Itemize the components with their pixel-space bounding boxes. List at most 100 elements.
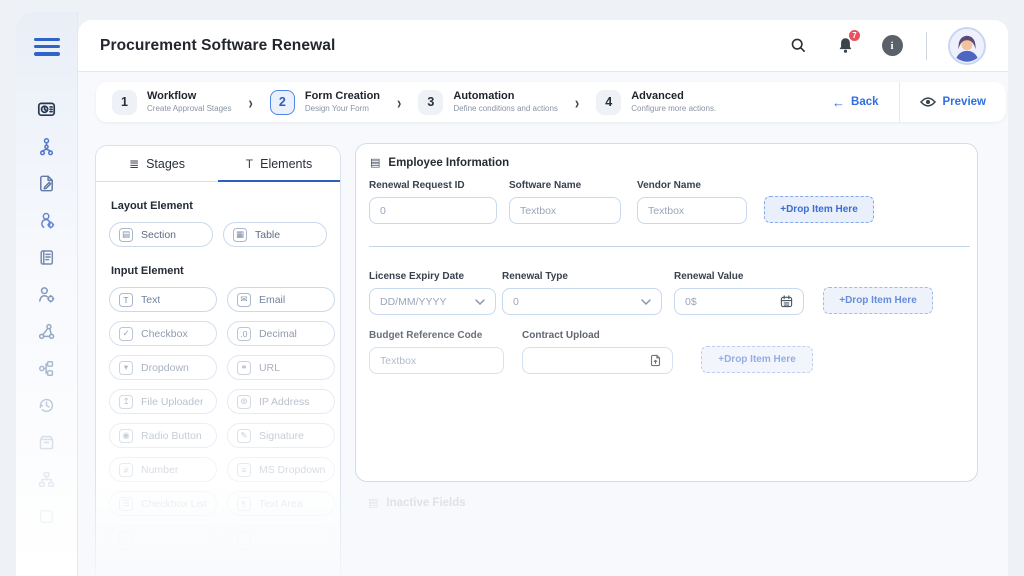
element-pill-ghost[interactable] [226, 525, 336, 550]
form-canvas-card: ▤ Employee Information Renewal Request I… [355, 143, 978, 482]
tab-elements[interactable]: T Elements [218, 146, 340, 182]
element-pill-table[interactable]: ▦ Table [223, 222, 327, 247]
history-icon[interactable] [37, 396, 57, 416]
table-icon: ▦ [233, 227, 247, 242]
preview-button[interactable]: Preview [900, 82, 1006, 122]
element-pill-ip-address[interactable]: ⊚ IP Address [226, 389, 336, 414]
field-label: Software Name [509, 180, 582, 191]
step-number: 2 [269, 89, 295, 115]
element-pill-dropdown[interactable]: ▾ Dropdown [109, 355, 217, 380]
ip-address-icon: ⊚ [236, 394, 251, 409]
element-pill-email[interactable]: ✉ Email [226, 287, 336, 312]
form-edit-icon[interactable] [37, 174, 57, 194]
chevron-down-icon [641, 298, 651, 305]
contract-upload-input[interactable] [522, 347, 673, 374]
menu-toggle-icon[interactable] [33, 38, 60, 56]
search-icon[interactable] [785, 33, 811, 59]
chevron-down-icon [475, 298, 485, 305]
info-icon[interactable]: i [879, 33, 905, 59]
layout-element-heading: Layout Element [111, 200, 193, 212]
step-advanced[interactable]: 4 Advanced Configure more actions. [596, 89, 716, 115]
element-pill-signature[interactable]: ✎ Signature [226, 423, 336, 448]
number-icon: # [119, 462, 133, 477]
eye-icon [919, 97, 936, 107]
hierarchy-icon[interactable] [37, 470, 57, 490]
element-pill-checkbox-list[interactable]: ☰ Checkbox List [109, 491, 217, 516]
element-pill-checkbox[interactable]: ✓ Checkbox [109, 321, 217, 346]
topbar: Procurement Software Renewal 7 i [78, 20, 1008, 72]
step-form-creation[interactable]: 2 Form Creation Design Your Form [269, 89, 380, 115]
element-pill-number[interactable]: # Number [109, 457, 217, 482]
chevron-right-icon: › [574, 91, 580, 113]
inactive-section-header: ▤ Inactive Fields [368, 496, 466, 510]
user-avatar[interactable] [948, 26, 986, 65]
renewal-value-input[interactable]: 0$ [674, 288, 804, 315]
field-label: Renewal Request ID [369, 180, 465, 191]
field-label: Renewal Type [502, 271, 568, 282]
url-link-icon: ⚭ [236, 360, 251, 375]
network-icon[interactable] [37, 322, 57, 342]
tab-stages[interactable]: ≣ Stages [96, 146, 218, 181]
element-pill-ghost[interactable] [109, 525, 217, 550]
drop-zone[interactable]: +Drop Item Here [764, 196, 874, 223]
back-button[interactable]: ← Back [812, 82, 899, 122]
chevron-right-icon: › [248, 91, 253, 113]
archive-icon[interactable] [37, 433, 57, 453]
ledger-icon[interactable] [37, 248, 57, 268]
user-gear-icon[interactable] [37, 211, 57, 231]
checkbox-icon: ✓ [119, 326, 133, 341]
row-divider [369, 246, 970, 247]
license-expiry-date-select[interactable]: DD/MM/YYYY [369, 288, 496, 315]
notifications-bell-icon[interactable]: 7 [832, 28, 861, 59]
radio-button-icon: ◉ [119, 428, 133, 443]
element-pill-ms-dropdown[interactable]: ≡ MS Dropdown [226, 457, 336, 482]
element-pill-decimal[interactable]: .0 Decimal [226, 321, 336, 346]
budget-reference-code-input[interactable]: Textbox [369, 347, 504, 374]
input-element-heading: Input Element [111, 265, 184, 277]
approval-flow-icon[interactable] [37, 137, 57, 157]
element-pill-url[interactable]: ⚭ URL [226, 355, 336, 380]
typography-icon: T [245, 156, 254, 171]
field-label: Vendor Name [637, 180, 701, 191]
calendar-icon[interactable] [780, 295, 793, 308]
sidebar-nav [16, 100, 77, 527]
main-panel: Procurement Software Renewal 7 i 1 Workf… [78, 20, 1008, 576]
back-arrow-icon: ← [832, 94, 846, 110]
section-header-icon: ▤ [368, 497, 379, 509]
step-workflow[interactable]: 1 Workflow Create Approval Stages [112, 89, 232, 115]
signature-icon: ✎ [236, 428, 251, 443]
field-label: Renewal Value [674, 271, 744, 282]
element-pill-section[interactable]: ▤ Section [109, 222, 213, 247]
drop-zone[interactable]: +Drop Item Here [701, 346, 813, 373]
form-section-title: Employee Information [388, 156, 510, 169]
file-upload-icon: ↥ [119, 394, 133, 409]
content-area: 1 Workflow Create Approval Stages › 2 Fo… [78, 72, 1008, 576]
ghost-nav-icon[interactable] [37, 507, 57, 527]
topbar-divider [926, 31, 927, 60]
element-pill-radio-button[interactable]: ◉ Radio Button [109, 423, 217, 448]
element-pill-file-uploader[interactable]: ↥ File Uploader [109, 389, 217, 414]
step-automation[interactable]: 3 Automation Define conditions and actio… [418, 89, 558, 115]
renewal-request-id-input[interactable]: 0 [369, 197, 497, 224]
file-upload-icon[interactable] [649, 354, 662, 367]
field-label: Contract Upload [522, 330, 600, 341]
notification-badge: 7 [848, 28, 861, 42]
person-settings-icon[interactable] [37, 285, 57, 305]
modules-icon[interactable] [37, 359, 57, 379]
app-sidebar [16, 12, 78, 576]
renewal-type-select[interactable]: 0 [502, 288, 662, 315]
text-icon: T [119, 292, 133, 307]
page-title: Procurement Software Renewal [100, 36, 336, 54]
section-icon: ▤ [119, 227, 133, 242]
software-name-input[interactable]: Textbox [509, 197, 621, 224]
step-number: 4 [596, 89, 622, 115]
drop-zone[interactable]: +Drop Item Here [823, 287, 933, 314]
dashboard-clock-icon[interactable] [37, 100, 57, 120]
element-pill-text-area[interactable]: ¶ Text Area [226, 491, 336, 516]
dropdown-icon: ▾ [119, 360, 133, 375]
stepper-bar: 1 Workflow Create Approval Stages › 2 Fo… [96, 82, 1006, 122]
vendor-name-input[interactable]: Textbox [637, 197, 747, 224]
element-pill-text[interactable]: T Text [109, 287, 217, 312]
field-label: License Expiry Date [369, 271, 465, 282]
step-number: 3 [418, 89, 444, 115]
